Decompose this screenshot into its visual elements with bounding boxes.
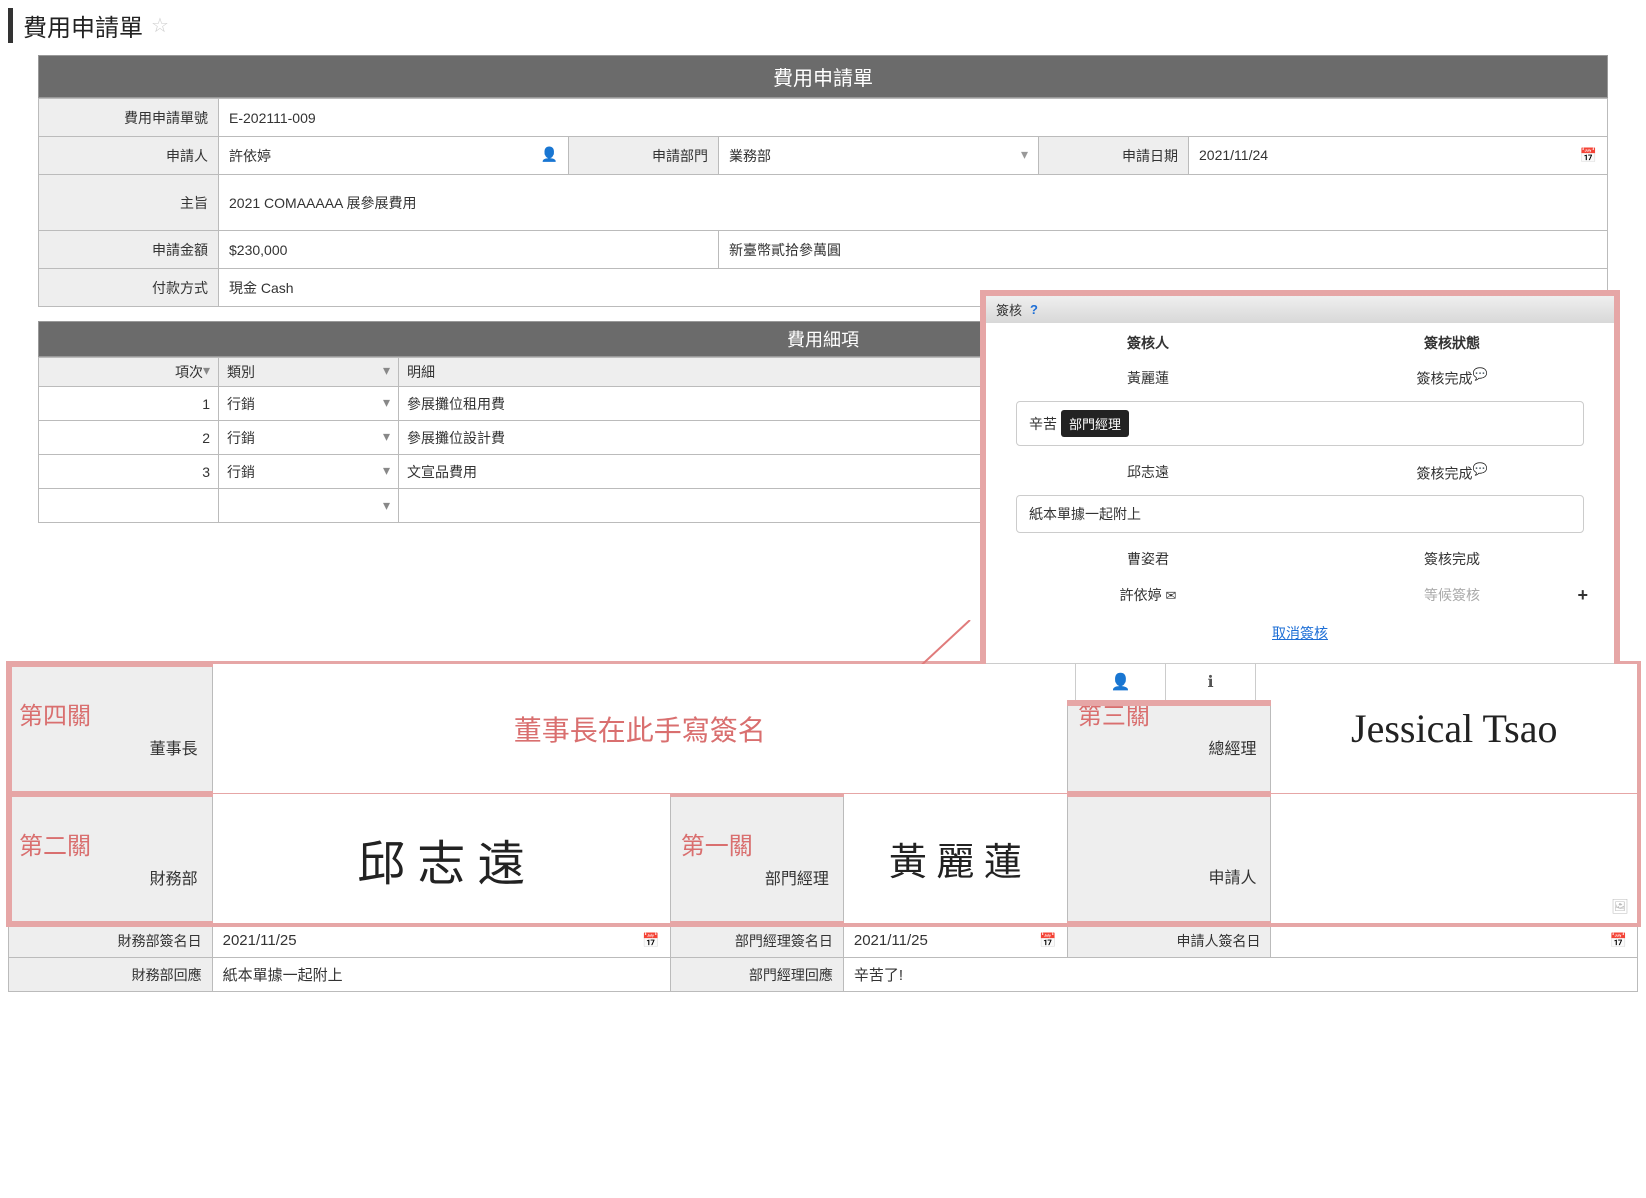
popup-title: 簽核 [996,300,1022,319]
role-tooltip: 部門經理 [1061,410,1129,437]
mgr-date-value[interactable]: 2021/11/25📅 [843,924,1067,958]
tab-info-icon[interactable]: ℹ [1166,664,1256,700]
approval-row: 曹姿君 簽核完成 [996,541,1604,577]
signer-name: 曹姿君 [996,549,1300,569]
sort-icon: ▾ [383,362,390,379]
stage1-signature[interactable]: 黃 麗 蓮 [843,794,1067,924]
calendar-icon: 📅 [1580,147,1597,164]
col-cat[interactable]: 類別▾ [219,358,399,387]
label-applicant: 申請人 [39,137,219,175]
form-header: 費用申請單 [38,55,1608,98]
value-amount-cn: 新臺幣貳拾參萬圓 [719,231,1608,269]
label-pay-method: 付款方式 [39,269,219,307]
applicant-label: 申請人 [1067,794,1271,924]
app-date-value[interactable]: 📅 [1271,924,1638,958]
approval-columns: 簽核人 簽核狀態 [996,327,1604,359]
value-amount[interactable]: $230,000 [219,231,719,269]
stage3-signature[interactable]: Jessical Tsao [1271,664,1638,794]
signer-status: 簽核完成 [1300,549,1604,569]
stage1-label: 第一關 部門經理 [670,794,843,924]
value-apply-date[interactable]: 2021/11/24 📅 [1189,137,1608,175]
approval-row: 邱志遠 簽核完成💬 [996,454,1604,492]
fin-date-label: 財務部簽名日 [9,924,213,958]
calendar-icon: 📅 [1039,932,1056,949]
label-amount: 申請金額 [39,231,219,269]
label-form-no: 費用申請單號 [39,99,219,137]
stage4-signature[interactable]: 董事長在此手寫簽名 [212,664,1067,794]
col-status: 簽核狀態 [1300,333,1604,353]
app-date-label: 申請人簽名日 [1067,924,1271,958]
signer-status: 簽核完成💬 [1300,367,1604,389]
tab-user-icon[interactable]: 👤 [1076,664,1166,700]
stage2-signature[interactable]: 邱 志 遠 [212,794,670,924]
mgr-resp-value[interactable]: 辛苦了! [843,958,1637,992]
fin-date-value[interactable]: 2021/11/25📅 [212,924,670,958]
calendar-icon: 📅 [1610,932,1627,949]
chevron-down-icon: ▾ [383,428,390,445]
chevron-down-icon: ▾ [383,497,390,514]
favorite-star-icon[interactable]: ☆ [151,13,169,38]
label-dept: 申請部門 [569,137,719,175]
signer-status: 等候簽核 [1300,585,1604,605]
fin-resp-value[interactable]: 紙本單據一起附上 [212,958,670,992]
envelope-icon[interactable]: ✉ [1165,588,1176,603]
stage4-label: 第四關 董事長 [9,664,213,794]
col-signer: 簽核人 [996,333,1300,353]
value-applicant[interactable]: 許依婷 👤 [219,137,569,175]
approval-popup: 簽核 ? 簽核人 簽核狀態 黃麗蓮 簽核完成💬 辛苦部門經理 邱志遠 簽核完成💬… [980,290,1620,706]
value-subject[interactable]: 2021 COMAAAAA 展參展費用 [219,175,1608,231]
image-placeholder-icon: 🖼 [1611,898,1629,915]
value-form-no: E-202111-009 [219,99,1608,137]
label-apply-date: 申請日期 [1039,137,1189,175]
page-title: 費用申請單 [23,8,143,43]
sort-icon: ▾ [203,362,210,379]
label-subject: 主旨 [39,175,219,231]
value-dept[interactable]: 業務部 ▾ [719,137,1039,175]
fin-resp-label: 財務部回應 [9,958,213,992]
signer-status: 簽核完成💬 [1300,462,1604,484]
chevron-down-icon: ▾ [1021,146,1028,163]
approval-note: 紙本單據一起附上 [1016,495,1584,533]
person-icon: 👤 [541,146,558,163]
mgr-resp-label: 部門經理回應 [670,958,843,992]
applicant-text: 許依婷 [229,148,271,164]
popup-header: 簽核 ? [986,296,1614,323]
signature-table: 第四關 董事長 董事長在此手寫簽名 第三關 總經理 Jessical Tsao … [8,663,1638,992]
apply-date-text: 2021/11/24 [1199,147,1268,163]
add-approver-icon[interactable]: + [1577,585,1588,606]
approval-row: 許依婷 ✉ 等候簽核 + [996,577,1604,613]
mgr-date-label: 部門經理簽名日 [670,924,843,958]
stage2-label: 第二關 財務部 [9,794,213,924]
chevron-down-icon: ▾ [383,394,390,411]
comment-icon[interactable]: 💬 [1473,462,1488,476]
dept-text: 業務部 [729,148,771,164]
approval-row: 黃麗蓮 簽核完成💬 [996,359,1604,397]
signer-name: 許依婷 ✉ [996,585,1300,605]
signature-area: 第四關 董事長 董事長在此手寫簽名 第三關 總經理 Jessical Tsao … [8,663,1638,992]
comment-icon[interactable]: 💬 [1473,367,1488,381]
form-table: 費用申請單號 E-202111-009 申請人 許依婷 👤 申請部門 業務部 ▾… [38,98,1608,307]
calendar-icon: 📅 [642,932,659,949]
page-title-row: 費用申請單 ☆ [8,8,1638,43]
chevron-down-icon: ▾ [383,462,390,479]
help-icon[interactable]: ? [1030,302,1038,317]
signer-name: 黃麗蓮 [996,368,1300,388]
approval-note: 辛苦部門經理 [1016,401,1584,446]
col-idx[interactable]: 項次▾ [39,358,219,387]
applicant-signature[interactable]: 🖼 [1271,794,1638,924]
cancel-approval[interactable]: 取消簽核 [996,613,1604,653]
signer-name: 邱志遠 [996,462,1300,482]
